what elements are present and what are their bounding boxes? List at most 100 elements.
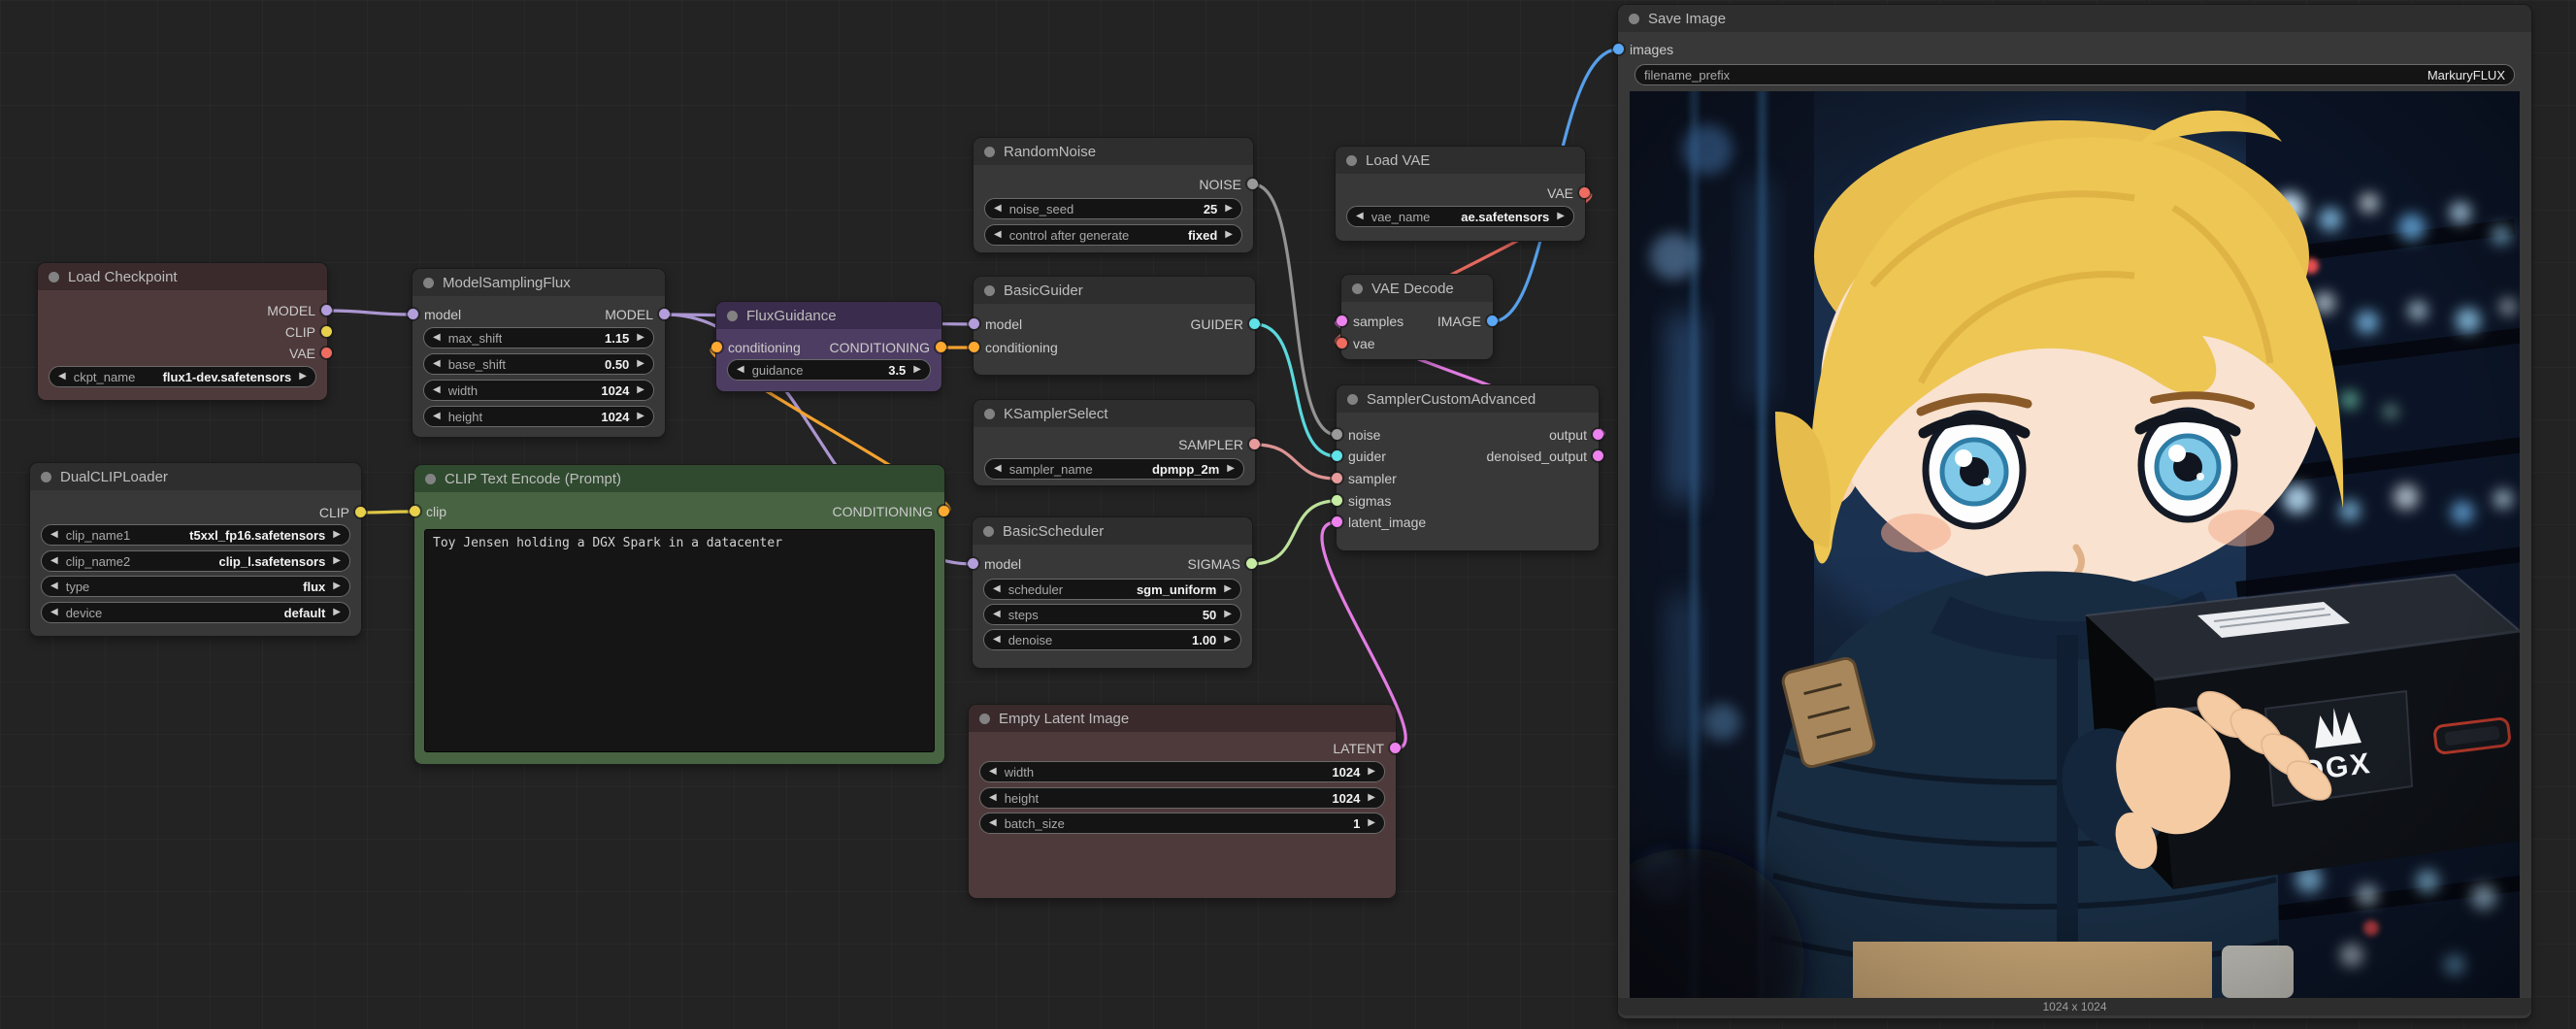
node-empty-latent-image[interactable]: Empty Latent Image LATENT ◀ width 1024 ▶… — [969, 705, 1396, 898]
arrow-right-icon[interactable]: ▶ — [637, 359, 644, 369]
node-header[interactable]: ModelSamplingFlux — [413, 269, 665, 296]
arrow-left-icon[interactable]: ◀ — [1356, 212, 1364, 221]
widget-height[interactable]: ◀ height 1024 ▶ — [423, 406, 654, 427]
widget-type[interactable]: ◀ type flux ▶ — [41, 576, 350, 597]
input-pin-model[interactable] — [969, 318, 979, 329]
arrow-left-icon[interactable]: ◀ — [993, 610, 1001, 619]
widget-vae-name[interactable]: ◀ vae_name ae.safetensors ▶ — [1346, 206, 1574, 227]
output-pin-clip[interactable] — [321, 326, 332, 337]
collapse-dot-icon[interactable] — [984, 285, 995, 296]
node-dual-clip-loader[interactable]: DualCLIPLoader CLIP ◀ clip_name1 t5xxl_f… — [30, 463, 361, 636]
collapse-dot-icon[interactable] — [425, 474, 436, 484]
collapse-dot-icon[interactable] — [49, 272, 59, 282]
output-pin-vae[interactable] — [1579, 187, 1590, 198]
input-pin-vae[interactable] — [1337, 338, 1347, 349]
arrow-left-icon[interactable]: ◀ — [58, 372, 66, 382]
node-load-vae[interactable]: Load VAE VAE ◀ vae_name ae.safetensors ▶ — [1336, 147, 1585, 241]
arrow-left-icon[interactable]: ◀ — [994, 230, 1002, 240]
collapse-dot-icon[interactable] — [979, 714, 990, 724]
input-pin-model[interactable] — [408, 309, 418, 319]
widget-width[interactable]: ◀ width 1024 ▶ — [979, 761, 1385, 782]
arrow-right-icon[interactable]: ▶ — [1224, 584, 1232, 594]
widget-base-shift[interactable]: ◀ base_shift 0.50 ▶ — [423, 353, 654, 375]
arrow-right-icon[interactable]: ▶ — [1368, 767, 1375, 777]
collapse-dot-icon[interactable] — [41, 472, 51, 482]
collapse-dot-icon[interactable] — [984, 409, 995, 419]
arrow-left-icon[interactable]: ◀ — [433, 359, 441, 369]
input-pin-conditioning[interactable] — [969, 342, 979, 352]
node-header[interactable]: VAE Decode — [1341, 275, 1493, 302]
widget-guidance[interactable]: ◀ guidance 3.5 ▶ — [727, 359, 931, 381]
output-pin-vae[interactable] — [321, 348, 332, 358]
output-pin-model[interactable] — [321, 305, 332, 315]
arrow-left-icon[interactable]: ◀ — [737, 365, 744, 375]
output-pin-conditioning[interactable] — [939, 506, 949, 516]
widget-max-shift[interactable]: ◀ max_shift 1.15 ▶ — [423, 327, 654, 349]
input-pin-guider[interactable] — [1332, 450, 1342, 461]
arrow-right-icon[interactable]: ▶ — [637, 385, 644, 395]
node-header[interactable]: BasicScheduler — [973, 517, 1252, 545]
widget-denoise[interactable]: ◀ denoise 1.00 ▶ — [983, 629, 1241, 650]
output-pin-latent[interactable] — [1390, 743, 1401, 753]
node-model-sampling-flux[interactable]: ModelSamplingFlux model MODEL ◀ max_shif… — [413, 269, 665, 437]
prompt-textarea[interactable]: Toy Jensen holding a DGX Spark in a data… — [424, 529, 935, 752]
widget-height[interactable]: ◀ height 1024 ▶ — [979, 787, 1385, 809]
node-flux-guidance[interactable]: FluxGuidance conditioning CONDITIONING ◀… — [716, 302, 941, 391]
collapse-dot-icon[interactable] — [983, 526, 994, 537]
arrow-right-icon[interactable]: ▶ — [333, 581, 341, 591]
node-header[interactable]: Empty Latent Image — [969, 705, 1396, 732]
arrow-right-icon[interactable]: ▶ — [1224, 610, 1232, 619]
arrow-right-icon[interactable]: ▶ — [333, 530, 341, 540]
output-pin-denoised-output[interactable] — [1593, 450, 1603, 461]
node-load-checkpoint[interactable]: Load Checkpoint MODEL CLIP VAE ◀ ckpt_na… — [38, 263, 327, 400]
collapse-dot-icon[interactable] — [1347, 394, 1358, 405]
arrow-left-icon[interactable]: ◀ — [50, 608, 58, 617]
arrow-left-icon[interactable]: ◀ — [994, 464, 1002, 474]
arrow-right-icon[interactable]: ▶ — [1557, 212, 1565, 221]
arrow-right-icon[interactable]: ▶ — [1227, 464, 1235, 474]
arrow-right-icon[interactable]: ▶ — [1225, 204, 1233, 214]
input-pin-clip[interactable] — [410, 506, 420, 516]
arrow-left-icon[interactable]: ◀ — [433, 412, 441, 421]
arrow-right-icon[interactable]: ▶ — [1368, 818, 1375, 828]
widget-steps[interactable]: ◀ steps 50 ▶ — [983, 604, 1241, 625]
node-header[interactable]: SamplerCustomAdvanced — [1337, 385, 1599, 413]
arrow-left-icon[interactable]: ◀ — [994, 204, 1002, 214]
widget-ckpt-name[interactable]: ◀ ckpt_name flux1-dev.safetensors ▶ — [49, 366, 316, 387]
input-pin-noise[interactable] — [1332, 429, 1342, 440]
arrow-right-icon[interactable]: ▶ — [637, 412, 644, 421]
arrow-right-icon[interactable]: ▶ — [299, 372, 307, 382]
arrow-left-icon[interactable]: ◀ — [993, 584, 1001, 594]
widget-sampler-name[interactable]: ◀ sampler_name dpmpp_2m ▶ — [984, 458, 1244, 480]
node-header[interactable]: Load VAE — [1336, 147, 1585, 174]
output-pin-output[interactable] — [1593, 429, 1603, 440]
input-pin-model[interactable] — [968, 558, 978, 569]
node-header[interactable]: DualCLIPLoader — [30, 463, 361, 490]
arrow-right-icon[interactable]: ▶ — [1368, 793, 1375, 803]
node-clip-text-encode[interactable]: CLIP Text Encode (Prompt) clip CONDITION… — [414, 465, 944, 764]
output-pin-conditioning[interactable] — [936, 342, 946, 352]
arrow-right-icon[interactable]: ▶ — [1225, 230, 1233, 240]
widget-clip-name2[interactable]: ◀ clip_name2 clip_l.safetensors ▶ — [41, 550, 350, 572]
node-graph-canvas[interactable]: Load Checkpoint MODEL CLIP VAE ◀ ckpt_na… — [0, 0, 2576, 1029]
input-pin-latent-image[interactable] — [1332, 516, 1342, 527]
arrow-left-icon[interactable]: ◀ — [989, 818, 997, 828]
node-save-image[interactable]: Save Image images filename_prefix Markur… — [1618, 5, 2531, 1018]
node-header[interactable]: Save Image — [1618, 5, 2531, 32]
arrow-right-icon[interactable]: ▶ — [1224, 635, 1232, 645]
node-header[interactable]: FluxGuidance — [716, 302, 941, 329]
output-pin-clip[interactable] — [355, 507, 366, 517]
node-ksampler-select[interactable]: KSamplerSelect SAMPLER ◀ sampler_name dp… — [974, 400, 1255, 485]
input-pin-sampler[interactable] — [1332, 473, 1342, 483]
collapse-dot-icon[interactable] — [984, 147, 995, 157]
widget-device[interactable]: ◀ device default ▶ — [41, 602, 350, 623]
node-header[interactable]: BasicGuider — [974, 277, 1255, 304]
widget-control-after-generate[interactable]: ◀ control after generate fixed ▶ — [984, 224, 1242, 246]
node-header[interactable]: CLIP Text Encode (Prompt) — [414, 465, 944, 492]
arrow-left-icon[interactable]: ◀ — [50, 530, 58, 540]
node-header[interactable]: Load Checkpoint — [38, 263, 327, 290]
input-pin-conditioning[interactable] — [711, 342, 722, 352]
node-header[interactable]: KSamplerSelect — [974, 400, 1255, 427]
node-vae-decode[interactable]: VAE Decode samples vae IMAGE — [1341, 275, 1493, 359]
arrow-left-icon[interactable]: ◀ — [989, 767, 997, 777]
